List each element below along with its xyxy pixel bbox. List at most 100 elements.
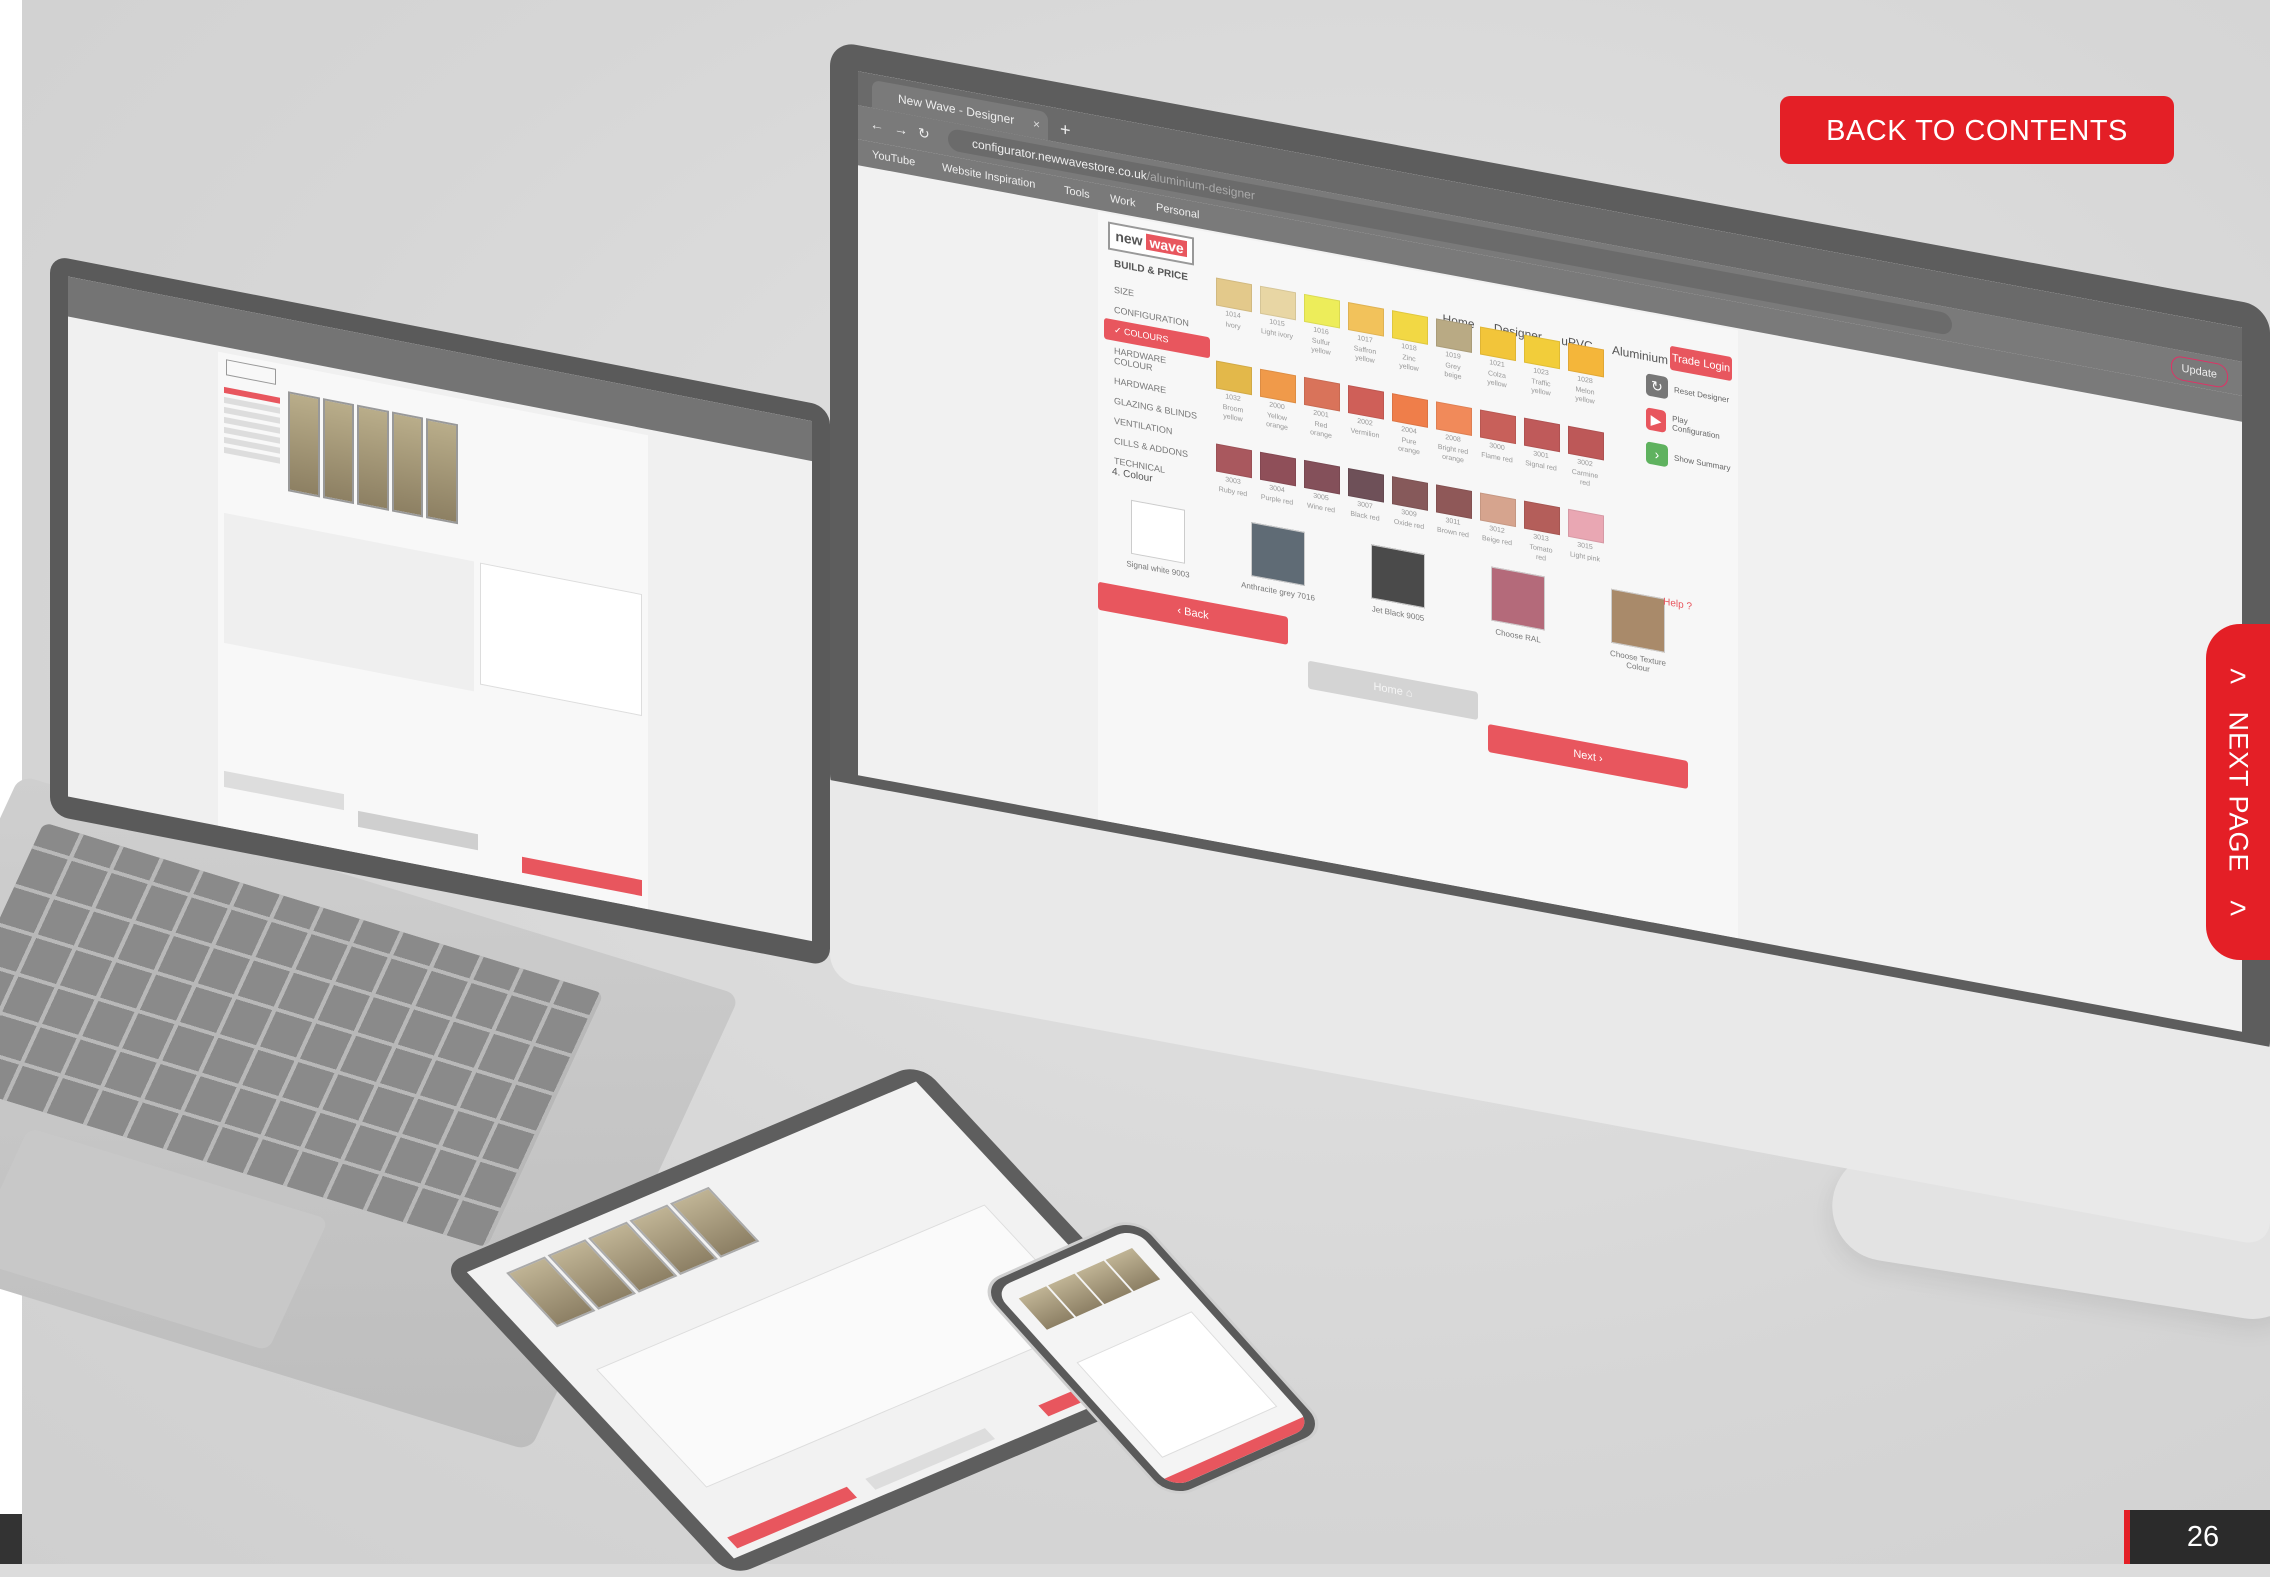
swatch-chip <box>1304 459 1340 495</box>
play-configuration-label: Play Configuration <box>1672 414 1720 441</box>
swatch-name: Melon yellow <box>1575 386 1595 406</box>
next-button[interactable]: Next › <box>1488 723 1688 790</box>
show-summary-label: Show Summary <box>1674 452 1731 473</box>
swatch-chip <box>1568 508 1604 544</box>
swatch-name: Colza yellow <box>1487 369 1507 390</box>
ral-swatch[interactable]: 1018 Zinc yellow <box>1392 310 1428 375</box>
swatch-chip <box>1436 401 1472 436</box>
laptop-next-button <box>522 856 642 897</box>
logo-wave-text: wave <box>1146 233 1187 258</box>
ral-swatch[interactable]: 3000 Flame red <box>1480 409 1516 474</box>
colour-option[interactable]: Choose RAL <box>1478 564 1558 657</box>
laptop-size-form <box>224 512 474 692</box>
ral-swatch[interactable]: 1015 Light ivory <box>1260 285 1296 351</box>
designer-actions: ↻ Reset Designer ▶ Play Configuration › … <box>1646 373 1732 491</box>
swatch-name: Bright red orange <box>1437 443 1469 465</box>
phone-door-preview <box>1018 1248 1161 1330</box>
chevron-right-icon: > <box>2229 660 2247 693</box>
ral-swatch[interactable]: 3004 Purple red <box>1260 451 1296 517</box>
ral-swatch[interactable]: 2001 Red orange <box>1304 376 1340 442</box>
ral-swatch[interactable]: 1028 Melon yellow <box>1568 342 1604 408</box>
ral-swatch[interactable]: 2002 Vermilion <box>1348 385 1384 450</box>
laptop-door-preview <box>288 391 458 525</box>
ral-swatch[interactable]: 2000 Yellow orange <box>1260 368 1296 434</box>
colour-option-chip <box>1491 566 1545 631</box>
swatch-chip <box>1348 468 1384 503</box>
bookmark-tools[interactable]: Tools <box>1064 177 1090 208</box>
colour-option[interactable]: Signal white 9003 <box>1118 497 1198 590</box>
reset-designer-label: Reset Designer <box>1674 384 1730 405</box>
swatch-chip <box>1216 277 1252 313</box>
ral-swatch[interactable]: 1014 Ivory <box>1216 277 1252 343</box>
close-tab-icon[interactable]: × <box>1033 110 1040 139</box>
ral-swatch[interactable]: 3009 Oxide red <box>1392 476 1428 541</box>
play-icon: ▶ <box>1646 407 1667 433</box>
back-arrow-icon[interactable]: ← <box>870 115 884 134</box>
swatch-name: Traffic yellow <box>1531 378 1551 398</box>
swatch-chip <box>1436 318 1472 353</box>
colour-option[interactable]: Jet Black 9005 <box>1358 542 1438 635</box>
swatch-chip <box>1524 334 1560 370</box>
swatch-chip <box>1436 484 1472 519</box>
swatch-name: Pure orange <box>1398 436 1420 457</box>
swatch-chip <box>1480 326 1516 362</box>
reload-icon[interactable]: ↻ <box>918 124 930 143</box>
ral-swatch[interactable]: 1016 Sulfur yellow <box>1304 293 1340 359</box>
chevron-right-icon: > <box>2229 892 2247 925</box>
laptop-side-menu <box>224 383 280 468</box>
desktop-monitor: New Wave - Designer × + ← → ↻ configurat… <box>830 40 2270 1340</box>
ral-swatch[interactable]: 3002 Carmine red <box>1568 425 1604 491</box>
laptop-back-button <box>224 770 344 811</box>
ral-swatch[interactable]: 3011 Brown red <box>1436 484 1472 549</box>
trade-login-button[interactable]: Trade Login <box>1670 345 1732 382</box>
swatch-chip <box>1304 376 1340 412</box>
back-to-contents-button[interactable]: BACK TO CONTENTS <box>1780 96 2174 164</box>
tablet-back-button <box>727 1486 858 1549</box>
colour-option-chip <box>1251 522 1305 587</box>
ral-swatch[interactable]: 3012 Beige red <box>1480 492 1516 557</box>
ral-swatch[interactable]: 3013 Tomato red <box>1524 500 1560 566</box>
ral-swatch[interactable]: 3001 Signal red <box>1524 417 1560 483</box>
play-configuration-action[interactable]: ▶ Play Configuration <box>1646 407 1732 445</box>
next-page-button[interactable]: > NEXT PAGE > <box>2206 624 2270 960</box>
ral-swatch[interactable]: 1023 Traffic yellow <box>1524 334 1560 400</box>
ral-swatch[interactable]: 3007 Black red <box>1348 468 1384 533</box>
swatch-chip <box>1348 385 1384 420</box>
ral-swatch[interactable]: 1017 Saffron yellow <box>1348 302 1384 367</box>
swatch-chip <box>1260 285 1296 321</box>
ral-swatch[interactable]: 3015 Light pink <box>1568 508 1604 574</box>
laptop-logo <box>226 359 276 385</box>
ral-swatch[interactable]: 1021 Colza yellow <box>1480 326 1516 391</box>
show-summary-action[interactable]: › Show Summary <box>1646 441 1732 479</box>
swatch-chip <box>1392 476 1428 511</box>
ral-swatch[interactable]: 1032 Broom yellow <box>1216 360 1252 426</box>
ral-swatch[interactable]: 2008 Bright red orange <box>1436 401 1472 466</box>
colour-option[interactable]: Anthracite grey 7016 <box>1238 520 1318 613</box>
swatch-name: Red orange <box>1310 420 1332 441</box>
chevron-right-icon: › <box>1646 441 1668 468</box>
swatch-chip <box>1524 417 1560 453</box>
swatch-name: Sulfur yellow <box>1311 337 1331 357</box>
swatch-chip <box>1348 302 1384 337</box>
bookmark-work[interactable]: Work <box>1110 186 1135 217</box>
laptop-home-button <box>358 810 478 851</box>
home-button[interactable]: Home ⌂ <box>1308 660 1478 721</box>
swatch-name: Carmine red <box>1571 468 1599 488</box>
forward-arrow-icon[interactable]: → <box>894 120 908 139</box>
colour-option-chip <box>1371 544 1425 609</box>
ral-swatch[interactable]: 3003 Ruby red <box>1216 443 1252 509</box>
colour-option-label: Anthracite grey 7016 <box>1241 580 1315 603</box>
build-price-menu: BUILD & PRICE SIZE CONFIGURATION ✓ COLOU… <box>1104 253 1210 489</box>
new-tab-icon[interactable]: + <box>1060 115 1071 145</box>
ral-swatch[interactable]: 2004 Pure orange <box>1392 393 1428 458</box>
swatch-chip <box>1480 492 1516 528</box>
swatch-name: Broom yellow <box>1222 403 1244 424</box>
swatch-name: Saffron yellow <box>1353 345 1377 365</box>
bottom-left-corner-block <box>0 1514 22 1564</box>
ral-swatch[interactable]: 3005 Wine red <box>1304 459 1340 525</box>
swatch-chip <box>1568 425 1604 461</box>
laptop-config-panel <box>480 562 642 717</box>
ral-swatch[interactable]: 1019 Grey beige <box>1436 318 1472 383</box>
swatch-name: Tomato red <box>1529 543 1553 563</box>
swatch-chip <box>1216 443 1252 479</box>
